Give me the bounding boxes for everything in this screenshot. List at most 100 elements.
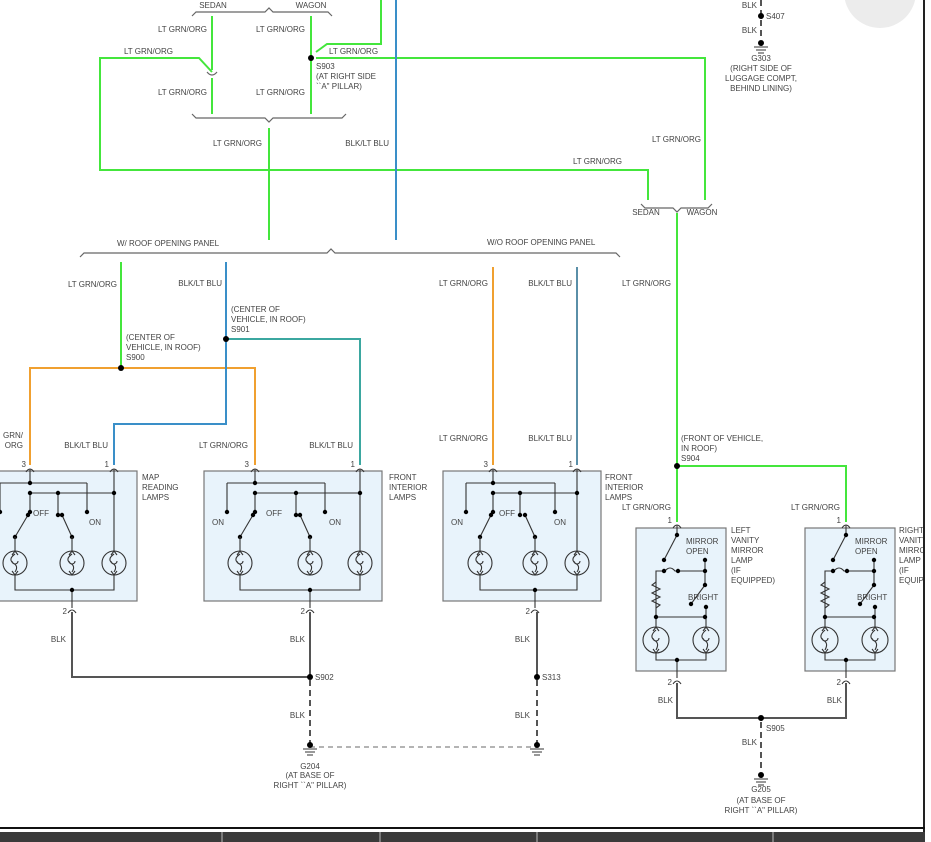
- junction-dot: [843, 532, 849, 538]
- splice-s313: [534, 674, 540, 680]
- wire-label: ORG: [5, 441, 23, 450]
- wire-label: LT GRN/ORG: [158, 25, 207, 34]
- switch-label: OPEN: [855, 547, 878, 556]
- connector-icon: [206, 71, 218, 76]
- component-name: VANITY: [731, 536, 760, 545]
- wire-label: LT GRN/ORG: [439, 434, 488, 443]
- junction-dot: [25, 512, 31, 518]
- splice-location: (AT RIGHT SIDE: [316, 72, 376, 81]
- wire-label: BLK: [742, 26, 758, 35]
- splice-id: S902: [315, 673, 334, 682]
- component-name: LAMP: [731, 556, 753, 565]
- wire-label: LT GRN/ORG: [439, 279, 488, 288]
- roof-panel-brace: [79, 248, 621, 258]
- splice-location: (FRONT OF VEHICLE,: [681, 434, 763, 443]
- component-name: (IF: [899, 566, 909, 575]
- ground-id: G303: [751, 54, 771, 63]
- switch-label: OFF: [499, 509, 515, 518]
- junction-dot: [661, 557, 667, 563]
- component-name: READING: [142, 483, 178, 492]
- junction-dot: [674, 532, 680, 538]
- junction-dot: [688, 601, 694, 607]
- wire-label: BLK/LT BLU: [528, 434, 572, 443]
- splice-id: S905: [766, 724, 785, 733]
- junction-dot: [517, 512, 523, 518]
- pin-number: 2: [63, 607, 68, 616]
- junction-dot: [490, 490, 496, 496]
- option-wagon: WAGON: [687, 208, 718, 217]
- wire-label: LT GRN/ORG: [622, 503, 671, 512]
- junction-dot: [844, 568, 850, 574]
- wire-label: GRN/: [3, 431, 24, 440]
- pin-number: 1: [351, 460, 356, 469]
- wire-label: LT GRN/ORG: [213, 139, 262, 148]
- junction-dot: [871, 614, 877, 620]
- bottom-toolbar: [0, 832, 925, 842]
- pin-number: 2: [301, 607, 306, 616]
- ground-wiring: [71, 612, 847, 786]
- component-name: RIGHT: [899, 526, 924, 535]
- wire-label: LT GRN/ORG: [329, 47, 378, 56]
- splice-s902: [307, 674, 313, 680]
- junction-dot: [55, 490, 61, 496]
- switch-label: MIRROR: [686, 537, 719, 546]
- splice-id: S901: [231, 325, 250, 334]
- wire-label: BLK/LT BLU: [64, 441, 108, 450]
- junction-dot: [653, 614, 659, 620]
- pin-number: 1: [569, 460, 574, 469]
- switch-label: ON: [451, 518, 463, 527]
- junction-dot: [27, 480, 33, 486]
- component-name: LAMPS: [389, 493, 416, 502]
- close-button[interactable]: [844, 0, 916, 28]
- component-name: LAMP: [899, 556, 921, 565]
- wiring-diagram: SEDAN WAGON SEDAN WAGON W/ ROOF OPENING …: [0, 0, 931, 842]
- switch-label: MIRROR: [855, 537, 888, 546]
- splice-id: S900: [126, 353, 145, 362]
- junction-dot: [871, 557, 877, 563]
- junction-dot: [830, 568, 836, 574]
- switch-label: ON: [212, 518, 224, 527]
- pin-number: 3: [245, 460, 250, 469]
- ground-location: (AT BASE OF: [736, 796, 785, 805]
- splice-location: VEHICLE, IN ROOF): [126, 343, 201, 352]
- wire-label: BLK/LT BLU: [345, 139, 389, 148]
- map-reading-lamps: [0, 470, 138, 602]
- junction-dot: [675, 568, 681, 574]
- wire-label: LT GRN/ORG: [652, 135, 701, 144]
- junction-dot: [702, 614, 708, 620]
- splice-s407: [758, 13, 764, 19]
- switch-label: OFF: [266, 509, 282, 518]
- junction-dot: [872, 604, 878, 610]
- junction-dot: [703, 604, 709, 610]
- ground-location: (RIGHT SIDE OF: [730, 64, 792, 73]
- junction-dot: [111, 490, 117, 496]
- wire-label: LT GRN/ORG: [256, 88, 305, 97]
- ground-icon: [754, 40, 768, 54]
- junction-dot: [532, 587, 538, 593]
- pin-number: 3: [22, 460, 27, 469]
- wire-label: BLK/LT BLU: [528, 279, 572, 288]
- junction-dot: [574, 490, 580, 496]
- junction-dot: [522, 512, 528, 518]
- wire-label: LT GRN/ORG: [158, 88, 207, 97]
- switch-label: ON: [89, 518, 101, 527]
- wire-label: BLK: [51, 635, 67, 644]
- junction-dot: [293, 512, 299, 518]
- splice-s901: [223, 336, 229, 342]
- switch-label: ON: [554, 518, 566, 527]
- junction-dot: [84, 509, 90, 515]
- junction-dot: [357, 490, 363, 496]
- ground-id: G205: [751, 785, 771, 794]
- wire-label: BLK: [515, 711, 531, 720]
- ground-location: RIGHT ``A" PILLAR): [274, 781, 347, 790]
- option-wagon: WAGON: [296, 1, 327, 10]
- option-wo-roof: W/O ROOF OPENING PANEL: [487, 238, 596, 247]
- junction-dot: [674, 657, 680, 663]
- junction-dot: [463, 509, 469, 515]
- junction-dot: [702, 568, 708, 574]
- ground-icon: [754, 772, 768, 786]
- splice-location: VEHICLE, IN ROOF): [231, 315, 306, 324]
- wire-label: LT GRN/ORG: [791, 503, 840, 512]
- option-w-roof: W/ ROOF OPENING PANEL: [117, 239, 220, 248]
- wire-label: LT GRN/ORG: [199, 441, 248, 450]
